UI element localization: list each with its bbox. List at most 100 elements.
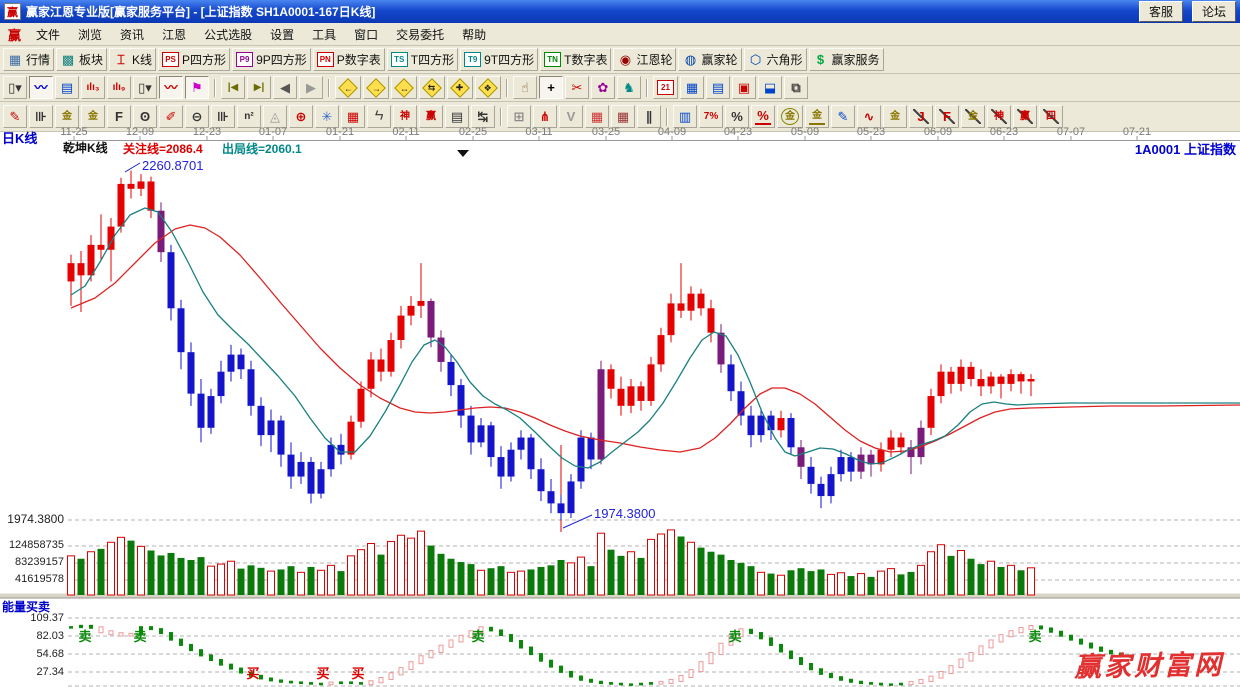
first-page-button[interactable]: |◀ — [221, 76, 245, 99]
box-select-tool-icon: ⊞ — [511, 109, 527, 124]
ruler-123[interactable]: ▤ — [445, 105, 469, 128]
forum-button[interactable]: 论坛 — [1192, 1, 1236, 22]
9p-square[interactable]: P99P四方形 — [232, 48, 311, 71]
flag-tool[interactable]: ⚑ — [185, 76, 209, 99]
fib-tool[interactable]: F — [107, 105, 131, 128]
gann-wheel[interactable]: ◉江恩轮 — [613, 48, 676, 71]
winner-wheel[interactable]: ◍赢家轮 — [678, 48, 741, 71]
brush-tool[interactable]: ✐ — [159, 105, 183, 128]
menu-item-6[interactable]: 设置 — [261, 24, 303, 45]
hand-tool[interactable]: ☝ — [513, 76, 537, 99]
t-square[interactable]: TST四方形 — [387, 48, 458, 71]
fan-lines-tool[interactable]: ⋔ — [533, 105, 557, 128]
bars-9-tool[interactable]: ılı₉ — [107, 76, 131, 99]
purple-pattern-tool[interactable]: ✿ — [591, 76, 615, 99]
screen-tool[interactable]: ⬓ — [758, 76, 782, 99]
n-square-tool[interactable]: n² — [237, 105, 261, 128]
spiral-tool[interactable]: ʘ — [133, 105, 157, 128]
p-number-table[interactable]: PNP数字表 — [313, 48, 385, 71]
pattern-red-tool[interactable]: 〰 — [159, 76, 183, 99]
calculator-tool[interactable]: ▦ — [680, 76, 704, 99]
menu-item-10[interactable]: 帮助 — [453, 24, 495, 45]
service-button[interactable]: 客服 — [1139, 1, 1183, 22]
9t-square[interactable]: T99T四方形 — [460, 48, 538, 71]
move-all-button[interactable]: ✚ — [447, 76, 473, 99]
gold-lines-tool[interactable]: 金 — [805, 105, 829, 128]
gold-gann-1[interactable]: 金 — [55, 105, 79, 128]
next-page-button[interactable]: ▶ — [299, 76, 323, 99]
compress-horizontal-button[interactable]: ⇆ — [419, 76, 445, 99]
menu-item-4[interactable]: 江恩 — [153, 24, 195, 45]
angle-marks-tool[interactable]: ㄣ — [367, 105, 391, 128]
pattern-blue-tool[interactable]: 〰 — [29, 76, 53, 99]
menu-item-5[interactable]: 公式选股 — [195, 24, 261, 45]
shen-angle-tool[interactable]: 神 — [987, 105, 1011, 128]
sectors[interactable]: ▩板块 — [56, 48, 107, 71]
calendar-tool[interactable]: 21 — [653, 76, 678, 99]
winner-service[interactable]: $赢家服务 — [809, 48, 884, 71]
compass-tool[interactable]: ⊕ — [289, 105, 313, 128]
circle-ruler[interactable]: ⊖ — [185, 105, 209, 128]
security-label: 1A0001 上证指数 — [1135, 139, 1236, 158]
width-measure[interactable]: ↹ — [471, 105, 495, 128]
candle-style-2[interactable]: ▯▾ — [133, 76, 157, 99]
save-tool[interactable]: ▣ — [732, 76, 756, 99]
dragon-pattern-tool[interactable]: ♞ — [617, 76, 641, 99]
bars-3-tool[interactable]: ılı₃ — [81, 76, 105, 99]
parallel-lines-tool[interactable]: ∥ — [637, 105, 661, 128]
marker-tool[interactable]: ✎ — [831, 105, 855, 128]
percent-line-tool[interactable]: % — [751, 105, 775, 128]
four-angle-tool[interactable]: 四 — [1039, 105, 1063, 128]
expand-all-button[interactable]: ❖ — [475, 76, 501, 99]
shift-right-button[interactable]: → — [363, 76, 389, 99]
gold-plain-tool[interactable]: 金 — [883, 105, 907, 128]
f-angle-tool[interactable]: F — [935, 105, 959, 128]
zigzag-tool[interactable]: V — [559, 105, 583, 128]
t-number-table[interactable]: TNT数字表 — [540, 48, 611, 71]
crosshair-tool[interactable]: + — [539, 76, 563, 99]
j-angle-tool[interactable]: J — [909, 105, 933, 128]
menu-item-9[interactable]: 交易委托 — [387, 24, 453, 45]
kline[interactable]: ⌶K线 — [109, 48, 156, 71]
notes-tool[interactable]: ▤ — [706, 76, 730, 99]
shen-ruler[interactable]: 神 — [393, 105, 417, 128]
menu-item-7[interactable]: 工具 — [303, 24, 345, 45]
star-grid-tool[interactable]: ✳ — [315, 105, 339, 128]
prev-page-button[interactable]: ◀ — [273, 76, 297, 99]
shift-left-button[interactable]: ← — [335, 76, 361, 99]
menu-item-8[interactable]: 窗口 — [345, 24, 387, 45]
tick-ruler-2[interactable]: ⊪ — [211, 105, 235, 128]
ying-angle-tool[interactable]: 赢 — [1013, 105, 1037, 128]
square-grid-tool[interactable]: ▦ — [341, 105, 365, 128]
seven-percent-tool[interactable]: 7% — [699, 105, 723, 128]
wave-tool[interactable]: ∿ — [857, 105, 881, 128]
print-tool[interactable]: ⧉ — [784, 76, 808, 99]
box-select-tool[interactable]: ⊞ — [507, 105, 531, 128]
info-doc[interactable]: ▤ — [55, 76, 79, 99]
ying-ruler[interactable]: 赢 — [419, 105, 443, 128]
gold-gann-2[interactable]: 金 — [81, 105, 105, 128]
winner-wheel-icon: ◍ — [682, 52, 698, 67]
grid-tool-2[interactable]: ▦ — [611, 105, 635, 128]
bars-compare-tool[interactable]: ▥ — [673, 105, 697, 128]
menu-item-3[interactable]: 资讯 — [111, 24, 153, 45]
percent-tool[interactable]: % — [725, 105, 749, 128]
p-square-label: P四方形 — [182, 51, 226, 68]
hexagon[interactable]: ⬡六角形 — [744, 48, 807, 71]
market-quotes[interactable]: ▦行情 — [3, 48, 54, 71]
expand-horizontal-button[interactable]: ↔ — [391, 76, 417, 99]
t-square-icon: TS — [391, 52, 408, 67]
p-square[interactable]: PSP四方形 — [158, 48, 230, 71]
triangle-tool[interactable]: ◬ — [263, 105, 287, 128]
menu-item-2[interactable]: 浏览 — [69, 24, 111, 45]
gold-angle-tool[interactable]: 金 — [961, 105, 985, 128]
gold-circle-tool[interactable]: 金 — [777, 105, 803, 128]
last-page-button[interactable]: ▶| — [247, 76, 271, 99]
menu-item-1[interactable]: 文件 — [27, 24, 69, 45]
measure-tool[interactable]: ✂ — [565, 76, 589, 99]
grid-tool-1[interactable]: ▦ — [585, 105, 609, 128]
pen-tool[interactable]: ✎ — [3, 105, 27, 128]
tick-ruler-1[interactable]: ⊪ — [29, 105, 53, 128]
candle-style-dropdown[interactable]: ▯▾ — [3, 76, 27, 99]
price-axis-min: 1974.3800 — [0, 512, 64, 526]
